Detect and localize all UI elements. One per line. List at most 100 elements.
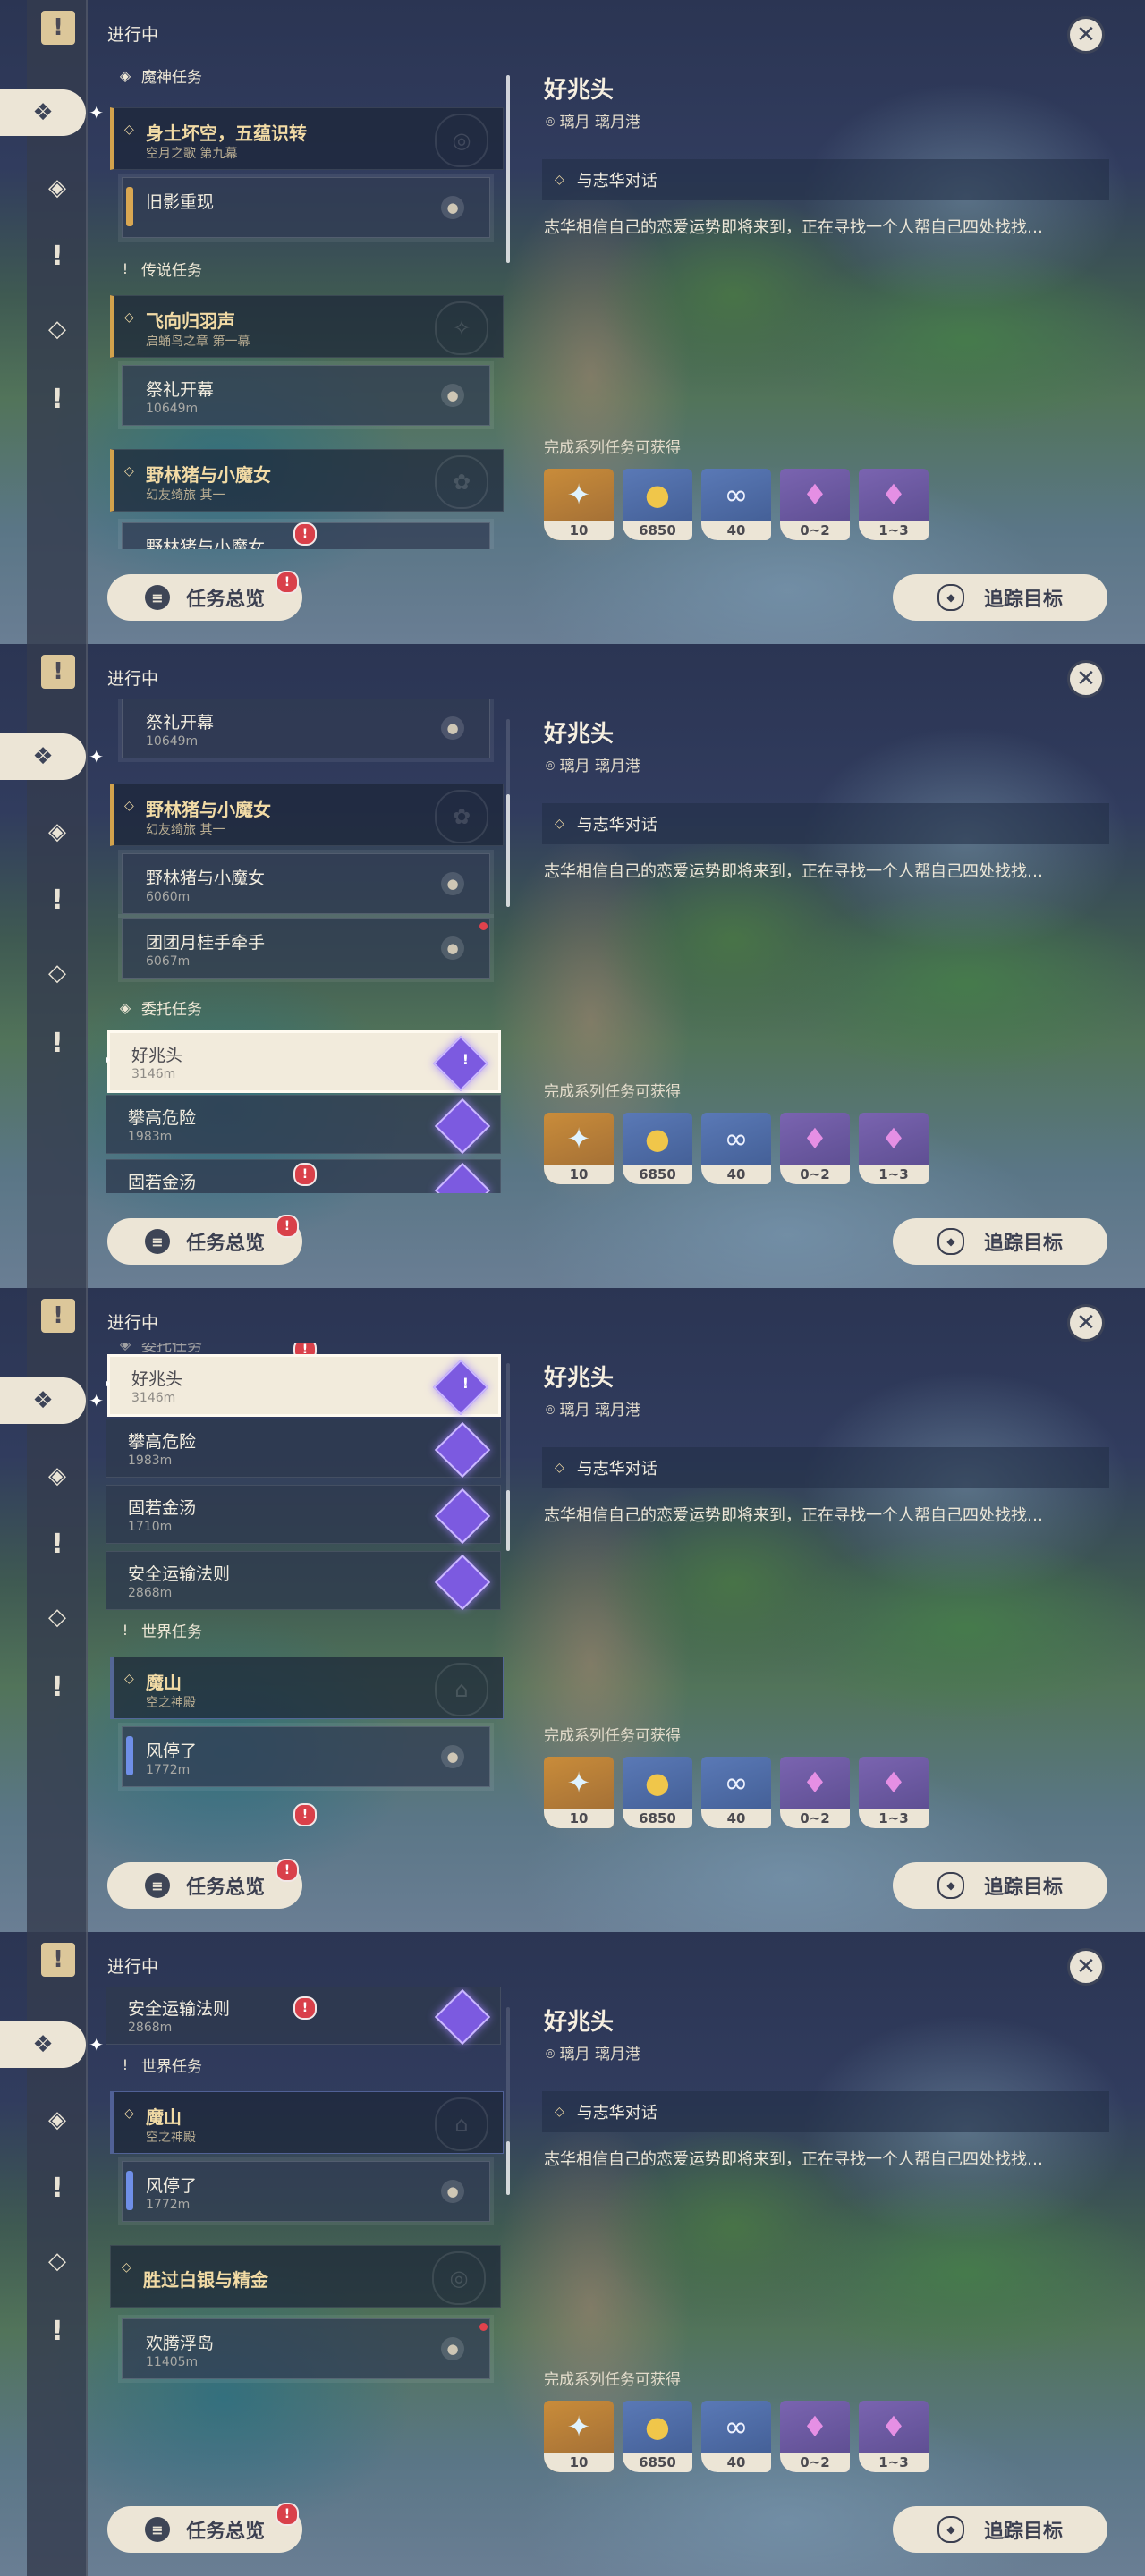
quest-location: ⌾ 璃月 璃月港	[546, 2046, 641, 2063]
scrollbar-thumb[interactable]	[506, 1490, 510, 1551]
adventure-exp-icon: ∞	[724, 1122, 749, 1156]
reward-mora[interactable]: ● 6850	[623, 1757, 692, 1828]
rail-bookmark-icon[interactable]: !	[41, 1299, 75, 1333]
rail-tab-commission-icon[interactable]: ◇	[36, 308, 79, 351]
scrollbar-thumb[interactable]	[506, 2141, 510, 2195]
reward-primogem[interactable]: ✦ 10	[544, 2401, 614, 2472]
quest-group-world[interactable]: ◇ 魔山 空之神殿 ⌂	[110, 2091, 504, 2154]
quest-group-world[interactable]: ◇ 魔山 空之神殿 ⌂	[110, 1657, 504, 1719]
quest-step[interactable]: 祭礼开幕 10649m ●	[118, 361, 494, 429]
quest-group-legend[interactable]: ◇ 野林猪与小魔女 幻友绮旅 其一 ✿	[110, 784, 504, 846]
scrollbar[interactable]	[506, 1363, 510, 1551]
reward-crystal-chunk[interactable]: ♦ 0~2	[780, 1757, 850, 1828]
reward-crystal-chunk[interactable]: ♦ 0~2	[780, 1113, 850, 1184]
track-button[interactable]: ◆ 追踪目标	[893, 1862, 1107, 1909]
quest-list[interactable]: 祭礼开幕 10649m ● ◇ 野林猪与小魔女 幻友绮旅 其一 ✿ 野林猪与小魔…	[106, 699, 508, 1193]
location-pin-icon[interactable]: ●	[441, 716, 464, 740]
close-button[interactable]: ✕	[1067, 660, 1105, 698]
rail-tab-archon-icon[interactable]: ◈	[36, 166, 79, 209]
rail-tab-all-icon[interactable]: ❖	[0, 2021, 104, 2068]
quest-title: 好兆头	[544, 721, 615, 748]
scrollbar-thumb[interactable]	[506, 75, 510, 263]
quest-step[interactable]: 风停了 1772m ●	[118, 1723, 494, 1791]
reward-crystal-chunk[interactable]: ♦ 0~2	[780, 469, 850, 540]
location-pin-icon[interactable]: ●	[441, 196, 464, 219]
quest-group-legend[interactable]: ◇ 野林猪与小魔女 幻友绮旅 其一 ✿	[110, 449, 504, 512]
rail-tab-legend-icon[interactable]: !	[36, 234, 79, 277]
location-pin-icon[interactable]: ●	[441, 2180, 464, 2203]
rail-tab-world-icon[interactable]: !	[36, 1021, 79, 1064]
scrollbar[interactable]	[506, 75, 510, 263]
location-pin-icon[interactable]: ●	[441, 872, 464, 895]
quest-list[interactable]: 安全运输法则 2868m ! ! 世界任务 ◇ 魔山 空之神殿 ⌂ 风停了 177…	[106, 1987, 508, 2481]
rail-tab-all-icon[interactable]: ❖	[0, 89, 104, 136]
rail-tab-commission-icon[interactable]: ◇	[36, 1596, 79, 1639]
reward-crystal-cluster[interactable]: ♦ 1~3	[859, 469, 929, 540]
close-button[interactable]: ✕	[1067, 16, 1105, 54]
quest-step[interactable]: 欢腾浮岛 11405m ●	[118, 2315, 494, 2383]
rail-tab-all-icon[interactable]: ❖	[0, 1377, 104, 1424]
rail-tab-archon-icon[interactable]: ◈	[36, 1454, 79, 1497]
reward-mora[interactable]: ● 6850	[623, 1113, 692, 1184]
rail-tab-commission-icon[interactable]: ◇	[36, 2240, 79, 2283]
reward-primogem[interactable]: ✦ 10	[544, 469, 614, 540]
track-button[interactable]: ◆ 追踪目标	[893, 1218, 1107, 1265]
rail-tab-legend-icon[interactable]: !	[36, 2166, 79, 2209]
rail-bookmark-icon[interactable]: !	[41, 655, 75, 689]
rail-tab-archon-icon[interactable]: ◈	[36, 2098, 79, 2141]
reward-adventure-exp[interactable]: ∞ 40	[701, 469, 771, 540]
scrollbar[interactable]	[506, 719, 510, 907]
rail-tab-world-icon[interactable]: !	[36, 1665, 79, 1708]
commission-item-selected[interactable]: 好兆头 3146m !	[106, 1030, 501, 1093]
close-button[interactable]: ✕	[1067, 1304, 1105, 1342]
reward-crystal-cluster[interactable]: ♦ 1~3	[859, 2401, 929, 2472]
quest-overview-button[interactable]: ≡ 任务总览	[107, 574, 302, 621]
scrollbar[interactable]	[506, 2007, 510, 2195]
reward-adventure-exp[interactable]: ∞ 40	[701, 1757, 771, 1828]
rail-bookmark-icon[interactable]: !	[41, 1943, 75, 1977]
rail-tab-commission-icon[interactable]: ◇	[36, 952, 79, 995]
commission-item[interactable]: 攀高危险 1983m	[106, 1419, 501, 1479]
rail-tab-archon-icon[interactable]: ◈	[36, 810, 79, 853]
rail-tab-legend-icon[interactable]: !	[36, 878, 79, 921]
quest-step[interactable]: 风停了 1772m ●	[118, 2157, 494, 2225]
quest-step[interactable]: 旧影重现 ●	[118, 174, 494, 242]
commission-item[interactable]: 安全运输法则 2868m	[106, 1551, 501, 1611]
reward-adventure-exp[interactable]: ∞ 40	[701, 1113, 771, 1184]
commission-item-selected[interactable]: 好兆头 3146m !	[106, 1354, 501, 1417]
rail-tab-all-icon[interactable]: ❖	[0, 733, 104, 780]
quest-step[interactable]: 团团月桂手牵手 6067m ●	[118, 914, 494, 982]
reward-primogem[interactable]: ✦ 10	[544, 1757, 614, 1828]
commission-item[interactable]: 攀高危险 1983m	[106, 1095, 501, 1155]
quest-step[interactable]: 祭礼开幕 10649m ●	[118, 699, 494, 762]
quest-list[interactable]: ◈ 委托任务 ! 好兆头 3146m ! 攀高危险 1983m 固若金汤 1710…	[106, 1343, 508, 1837]
rail-bookmark-icon[interactable]: !	[41, 11, 75, 45]
commission-item[interactable]: 固若金汤 1710m	[106, 1485, 501, 1545]
reward-mora[interactable]: ● 6850	[623, 2401, 692, 2472]
rail-tab-world-icon[interactable]: !	[36, 2309, 79, 2352]
quest-overview-button[interactable]: ≡ 任务总览	[107, 2506, 302, 2553]
rail-tab-world-icon[interactable]: !	[36, 377, 79, 420]
reward-primogem[interactable]: ✦ 10	[544, 1113, 614, 1184]
close-button[interactable]: ✕	[1067, 1948, 1105, 1986]
track-button[interactable]: ◆ 追踪目标	[893, 2506, 1107, 2553]
rail-tab-legend-icon[interactable]: !	[36, 1522, 79, 1565]
location-pin-icon[interactable]: ●	[441, 936, 464, 960]
quest-group-legend[interactable]: ◇ 飞向归羽声 启蛹鸟之章 第一幕 ✧	[110, 295, 504, 358]
scrollbar-thumb[interactable]	[506, 794, 510, 907]
quest-overview-button[interactable]: ≡ 任务总览	[107, 1862, 302, 1909]
reward-crystal-cluster[interactable]: ♦ 1~3	[859, 1757, 929, 1828]
quest-step[interactable]: 野林猪与小魔女 6060m ●	[118, 850, 494, 918]
reward-crystal-chunk[interactable]: ♦ 0~2	[780, 2401, 850, 2472]
reward-mora[interactable]: ● 6850	[623, 469, 692, 540]
quest-group-world[interactable]: ◇ 胜过白银与精金 ◎	[110, 2245, 501, 2308]
track-button[interactable]: ◆ 追踪目标	[893, 574, 1107, 621]
location-pin-icon[interactable]: ●	[441, 1745, 464, 1768]
quest-list[interactable]: ◈ 魔神任务 ◇ 身土坏空，五蕴识转 空月之歌 第九幕 ◎ 旧影重现 ● ! 传说任…	[106, 55, 508, 549]
quest-overview-button[interactable]: ≡ 任务总览	[107, 1218, 302, 1265]
reward-crystal-cluster[interactable]: ♦ 1~3	[859, 1113, 929, 1184]
reward-adventure-exp[interactable]: ∞ 40	[701, 2401, 771, 2472]
quest-group-archon[interactable]: ◇ 身土坏空，五蕴识转 空月之歌 第九幕 ◎	[110, 107, 504, 170]
location-pin-icon[interactable]: ●	[441, 2337, 464, 2360]
location-pin-icon[interactable]: ●	[441, 384, 464, 407]
